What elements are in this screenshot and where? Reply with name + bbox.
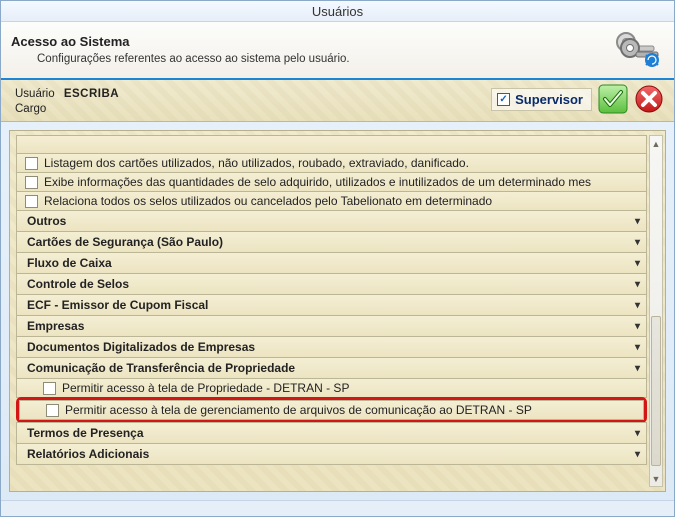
scroll-up-arrow-icon[interactable]: ▲ — [650, 136, 662, 151]
permission-label: Permitir acesso à tela de gerenciamento … — [65, 403, 532, 417]
highlighted-permission: Permitir acesso à tela de gerenciamento … — [16, 397, 647, 423]
section-label: ECF - Emissor de Cupom Fiscal — [27, 298, 208, 312]
chevron-down-icon: ▾ — [635, 279, 640, 290]
section-comunicacao-transferencia[interactable]: Comunicação de Transferência de Propried… — [16, 357, 647, 379]
status-bar — [1, 500, 674, 516]
header-title: Acesso ao Sistema — [11, 34, 350, 49]
checkbox[interactable] — [46, 404, 59, 417]
window-title: Usuários — [1, 1, 674, 22]
checkbox[interactable] — [43, 382, 56, 395]
section-empresas[interactable]: Empresas ▾ — [16, 315, 647, 337]
vertical-scrollbar[interactable]: ▲ ▼ — [649, 135, 663, 487]
section-label: Comunicação de Transferência de Propried… — [27, 361, 295, 375]
chevron-down-icon: ▾ — [635, 237, 640, 248]
section-controle-selos[interactable]: Controle de Selos ▾ — [16, 273, 647, 295]
permission-label: Permitir acesso à tela de Propriedade - … — [62, 381, 349, 395]
supervisor-checkbox[interactable]: ✓ Supervisor — [491, 88, 592, 111]
scroll-down-arrow-icon[interactable]: ▼ — [650, 471, 662, 486]
chevron-down-icon: ▾ — [635, 428, 640, 439]
role-label: Cargo — [15, 103, 46, 115]
users-window: Usuários Acesso ao Sistema Configurações… — [0, 0, 675, 517]
section-termos-presenca[interactable]: Termos de Presença ▾ — [16, 422, 647, 444]
section-docs-digitalizados[interactable]: Documentos Digitalizados de Empresas ▾ — [16, 336, 647, 358]
scrollbar-thumb[interactable] — [651, 316, 661, 466]
section-cartoes-seguranca[interactable]: Cartões de Segurança (São Paulo) ▾ — [16, 231, 647, 253]
checkmark-icon: ✓ — [497, 93, 510, 106]
permission-label: Relaciona todos os selos utilizados ou c… — [44, 194, 492, 208]
section-ecf[interactable]: ECF - Emissor de Cupom Fiscal ▾ — [16, 294, 647, 316]
permission-row[interactable]: Listagem dos cartões utilizados, não uti… — [16, 153, 647, 173]
chevron-down-icon: ▾ — [635, 342, 640, 353]
permission-row[interactable]: Exibe informações das quantidades de sel… — [16, 172, 647, 192]
section-label: Empresas — [27, 319, 84, 333]
section-relatorios-adicionais[interactable]: Relatórios Adicionais ▾ — [16, 443, 647, 465]
checkbox[interactable] — [25, 176, 38, 189]
permission-row[interactable]: Relaciona todos os selos utilizados ou c… — [16, 191, 647, 211]
chevron-down-icon: ▾ — [635, 449, 640, 460]
permission-label: Exibe informações das quantidades de sel… — [44, 175, 591, 189]
section-label: Cartões de Segurança (São Paulo) — [27, 235, 223, 249]
chevron-down-icon: ▾ — [635, 363, 640, 374]
chevron-down-icon: ▾ — [635, 300, 640, 311]
section-label: Outros — [27, 214, 66, 228]
header-subtitle: Configurações referentes ao acesso ao si… — [37, 53, 350, 65]
permissions-panel: Listagem dos cartões utilizados, não uti… — [9, 130, 666, 492]
checkbox[interactable] — [25, 195, 38, 208]
permission-label: Listagem dos cartões utilizados, não uti… — [44, 156, 469, 170]
confirm-button[interactable] — [598, 84, 628, 114]
section-label: Fluxo de Caixa — [27, 256, 112, 270]
chevron-down-icon: ▾ — [635, 216, 640, 227]
checkbox[interactable] — [25, 157, 38, 170]
user-value: ESCRIBA — [64, 88, 119, 100]
permissions-scroll: Listagem dos cartões utilizados, não uti… — [16, 135, 647, 487]
section-outros[interactable]: Outros ▾ — [16, 210, 647, 232]
section-fluxo-caixa[interactable]: Fluxo de Caixa ▾ — [16, 252, 647, 274]
section-label: Documentos Digitalizados de Empresas — [27, 340, 255, 354]
supervisor-label: Supervisor — [515, 92, 583, 107]
chevron-down-icon: ▾ — [635, 258, 640, 269]
section-label: Controle de Selos — [27, 277, 129, 291]
permission-row-detran-gerenciamento[interactable]: Permitir acesso à tela de gerenciamento … — [19, 400, 644, 420]
section-label: Termos de Presença — [27, 426, 144, 440]
permission-row-partial[interactable] — [16, 135, 647, 154]
cancel-button[interactable] — [634, 84, 664, 114]
section-label: Relatórios Adicionais — [27, 447, 149, 461]
permission-row-detran-propriedade[interactable]: Permitir acesso à tela de Propriedade - … — [16, 378, 647, 398]
keys-icon — [610, 28, 666, 79]
user-label: Usuário — [15, 88, 55, 100]
chevron-down-icon: ▾ — [635, 321, 640, 332]
header-panel: Acesso ao Sistema Configurações referent… — [1, 22, 674, 80]
user-bar: Usuário ESCRIBA Cargo ✓ Supervisor — [1, 80, 674, 122]
